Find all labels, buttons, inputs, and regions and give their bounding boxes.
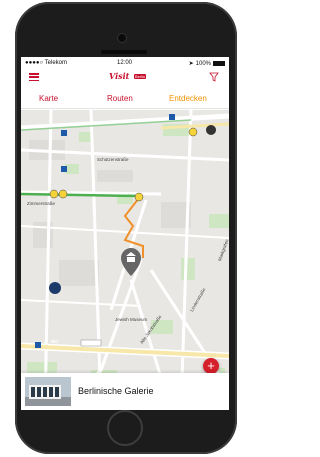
poi-card[interactable]: Berlinische Galerie <box>21 373 229 410</box>
map-canvas <box>21 110 229 410</box>
app-logo-tag: Berlin <box>134 74 147 79</box>
battery-indicator: ➤ 100% <box>189 60 225 67</box>
map-view[interactable]: Schützenstraße Zimmerstraße Jewish Museu… <box>21 110 229 410</box>
label-wc: WC <box>51 339 59 344</box>
clock: 12:00 <box>117 60 133 66</box>
filter-funnel-icon[interactable] <box>209 72 219 82</box>
status-bar: ●●●●○ Telekom 12:00 ➤ 100% <box>21 57 229 69</box>
front-camera <box>118 34 126 42</box>
poi-title: Berlinische Galerie <box>78 386 154 396</box>
home-button[interactable] <box>107 410 143 446</box>
app-header: Visit Berlin <box>21 69 229 85</box>
tab-routen[interactable]: Routen <box>107 94 133 103</box>
tab-bar: Karte Routen Entdecken <box>21 89 229 109</box>
battery-percent: 100% <box>195 60 211 67</box>
label-jewish-museum: Jewish Museum <box>115 317 148 322</box>
app-logo: Visit <box>109 71 130 81</box>
carrier-label: ●●●●○ Telekom <box>25 60 68 66</box>
tab-karte[interactable]: Karte <box>39 94 58 103</box>
label-zimmerstrasse: Zimmerstraße <box>27 201 55 206</box>
tab-entdecken[interactable]: Entdecken <box>169 94 207 103</box>
location-arrow-icon: ➤ <box>188 61 194 67</box>
hamburger-menu-icon[interactable] <box>29 73 39 81</box>
earpiece-speaker <box>101 50 147 54</box>
app-screen: ●●●●○ Telekom 12:00 ➤ 100% Visit Berlin … <box>21 57 229 410</box>
battery-icon <box>213 61 225 66</box>
label-schuetzenstrasse: Schützenstraße <box>97 157 129 162</box>
poi-thumbnail <box>25 377 71 406</box>
add-button[interactable]: + <box>203 358 219 374</box>
